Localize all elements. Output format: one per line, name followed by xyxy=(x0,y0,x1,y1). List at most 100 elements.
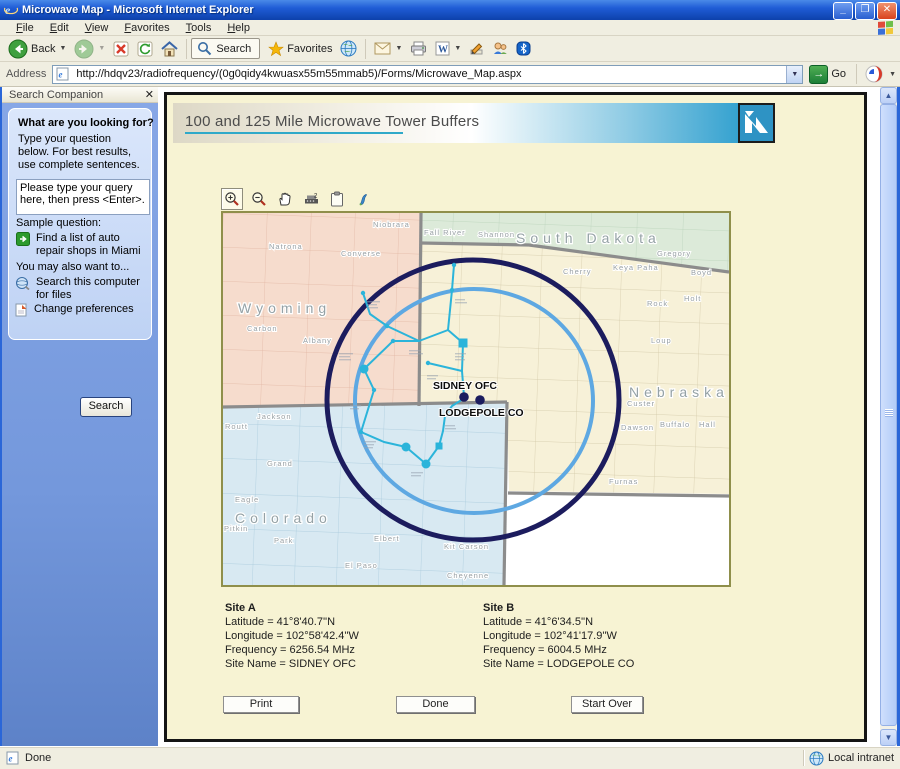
status-bar: e Done Local intranet xyxy=(0,746,900,769)
state-label-colorado: Colorado xyxy=(235,510,332,526)
forward-button[interactable]: ▼ xyxy=(70,38,109,60)
map-zoom-out-tool[interactable] xyxy=(249,189,269,209)
status-separator xyxy=(802,750,804,766)
county-label: Furnas xyxy=(609,477,638,486)
county-label: Niobrara xyxy=(373,220,410,229)
close-button[interactable]: ✕ xyxy=(877,2,897,20)
back-dropdown-icon[interactable]: ▼ xyxy=(59,45,66,52)
measure-icon: 2 xyxy=(304,194,318,204)
address-bar: Address e ▼ → Go ▼ xyxy=(0,62,900,87)
sidebar-heading: What are you looking for? xyxy=(18,117,154,129)
mail-button[interactable]: ▼ xyxy=(370,41,406,56)
site-a-frequency: Frequency = 6256.54 MHz xyxy=(225,644,355,656)
map-identify-tool[interactable] xyxy=(353,189,373,209)
county-label: Routt xyxy=(225,422,248,431)
county-label: Boyd xyxy=(691,268,712,277)
refresh-button[interactable] xyxy=(133,40,157,58)
favorites-button[interactable]: Favorites xyxy=(264,40,336,58)
edit-with-word-button[interactable]: W ▼ xyxy=(431,40,465,57)
svg-text:e: e xyxy=(9,754,13,764)
county-label: Dawson xyxy=(621,423,654,432)
county-label: Carbon xyxy=(247,324,278,333)
windows-flag-icon xyxy=(878,21,893,35)
site-b-latitude: Latitude = 41°6'34.5''N xyxy=(483,616,594,628)
minimize-button[interactable]: _ xyxy=(833,2,853,20)
site-a-info: Site A Latitude = 41°8'40.7''N Longitude… xyxy=(225,601,359,671)
url-box[interactable]: e ▼ xyxy=(52,64,804,84)
query-input[interactable]: Please type your query here, then press … xyxy=(16,179,150,215)
change-preferences-text: Change preferences xyxy=(34,303,134,315)
scrollbar-thumb[interactable] xyxy=(880,104,897,726)
title-bar: e Microwave Map - Microsoft Internet Exp… xyxy=(0,0,900,20)
messenger-icon xyxy=(494,42,508,54)
toolbar-separator xyxy=(856,64,858,84)
menu-file[interactable]: File xyxy=(8,22,42,34)
search-button[interactable]: Search xyxy=(191,38,261,59)
stop-button[interactable] xyxy=(109,40,133,58)
svg-text:2: 2 xyxy=(314,194,318,200)
url-input[interactable] xyxy=(74,67,787,81)
site-b-longitude: Longitude = 102°41'17.9''W xyxy=(483,630,617,642)
county-label: Custer xyxy=(627,399,655,408)
map-clipboard-tool[interactable] xyxy=(327,189,347,209)
search-computer-item[interactable]: Search this computer for files xyxy=(15,276,145,302)
sidebar-instructions: Type your question below. For best resul… xyxy=(18,133,140,171)
menu-edit[interactable]: Edit xyxy=(42,22,77,34)
close-pane-icon[interactable]: ✕ xyxy=(145,88,154,101)
map-canvas[interactable]: Natrona Converse Niobrara Fall River Sha… xyxy=(221,211,731,587)
green-arrow-icon xyxy=(16,232,30,246)
print-button-form[interactable]: Print xyxy=(223,696,299,713)
done-button-form[interactable]: Done xyxy=(396,696,475,713)
map-measure-tool[interactable]: 2 xyxy=(301,189,321,209)
county-label: Holt xyxy=(684,294,701,303)
back-button[interactable]: Back ▼ xyxy=(4,38,70,60)
county-label: Cherry xyxy=(563,267,592,276)
svg-text:W: W xyxy=(438,45,448,56)
sidebar-search-button[interactable]: Search xyxy=(80,397,132,417)
county-label: Park xyxy=(274,536,293,545)
sample-question-item[interactable]: Find a list of auto repair shops in Miam… xyxy=(16,232,144,258)
edit-button[interactable] xyxy=(465,40,488,57)
menu-favorites[interactable]: Favorites xyxy=(116,22,177,34)
scroll-up-button[interactable]: ▲ xyxy=(880,87,897,104)
messenger-button[interactable] xyxy=(488,40,512,57)
favorites-label: Favorites xyxy=(287,42,333,55)
page-ie-icon: e xyxy=(56,67,69,81)
state-label-south-dakota: South Dakota xyxy=(516,230,661,246)
site-a-title: Site A xyxy=(225,602,256,614)
url-dropdown-button[interactable]: ▼ xyxy=(786,65,803,83)
scrollbar-grip xyxy=(885,409,893,417)
menu-tools[interactable]: Tools xyxy=(178,22,220,34)
map-pan-tool[interactable] xyxy=(275,189,295,209)
media-button[interactable] xyxy=(336,39,361,58)
restore-button[interactable]: ❐ xyxy=(855,2,875,20)
word-dropdown-icon[interactable]: ▼ xyxy=(454,45,461,52)
forward-dropdown-icon[interactable]: ▼ xyxy=(98,45,105,52)
menu-help[interactable]: Help xyxy=(219,22,258,34)
vertical-scrollbar[interactable]: ▲ ▼ xyxy=(880,87,897,746)
print-button[interactable] xyxy=(406,40,431,57)
scroll-down-button[interactable]: ▼ xyxy=(880,729,897,746)
adobe-pdf-button[interactable]: ▼ xyxy=(861,64,900,84)
change-preferences-item[interactable]: Change preferences xyxy=(15,303,145,317)
county-label: Jackson xyxy=(257,412,292,421)
bluetooth-button[interactable] xyxy=(512,40,535,57)
county-label: Shannon xyxy=(478,230,515,239)
status-page-icon: e xyxy=(6,751,19,765)
home-button[interactable] xyxy=(157,40,182,58)
favorites-star-icon xyxy=(268,40,285,56)
county-label: Cheyenne xyxy=(447,571,489,580)
map-zoom-in-tool[interactable] xyxy=(221,188,243,210)
go-button[interactable]: → Go xyxy=(809,64,846,84)
county-label: Buffalo xyxy=(660,420,690,429)
search-companion-body: What are you looking for? Type your ques… xyxy=(2,103,158,746)
site-b-frequency: Frequency = 6004.5 MHz xyxy=(483,644,607,656)
sample-question-label: Sample question: xyxy=(16,217,101,229)
mail-dropdown-icon[interactable]: ▼ xyxy=(395,45,402,52)
menu-view[interactable]: View xyxy=(77,22,117,34)
site-b-name: Site Name = LODGEPOLE CO xyxy=(483,658,635,670)
start-over-button-form[interactable]: Start Over xyxy=(571,696,643,713)
agency-logo-icon xyxy=(745,111,768,133)
site-b-label: LODGEPOLE CO xyxy=(439,407,524,419)
adobe-dropdown-icon[interactable]: ▼ xyxy=(889,71,896,78)
